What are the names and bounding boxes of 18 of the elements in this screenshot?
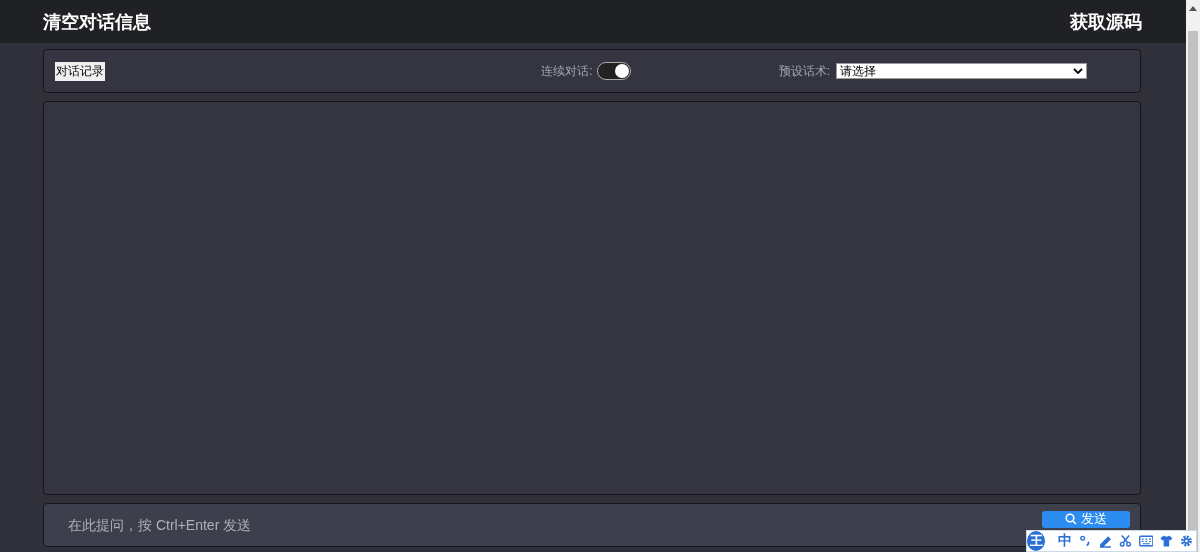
- scroll-up-icon[interactable]: [1189, 6, 1197, 11]
- ime-mode-button[interactable]: 中: [1058, 532, 1073, 550]
- settings-icon[interactable]: [1180, 534, 1193, 548]
- keyboard-icon[interactable]: [1138, 535, 1154, 547]
- ime-logo[interactable]: 王: [1027, 531, 1046, 551]
- scrollbar[interactable]: [1186, 0, 1200, 552]
- chevron-icon: [1073, 68, 1083, 74]
- source-code-link[interactable]: 获取源码: [1070, 9, 1142, 34]
- scissors-icon[interactable]: [1118, 534, 1132, 548]
- pen-icon[interactable]: [1099, 534, 1112, 548]
- continuous-label: 连续对话:: [541, 62, 593, 80]
- search-icon: [1065, 513, 1077, 525]
- preset-dropdown[interactable]: 请选择: [836, 63, 1087, 79]
- preset-label: 预设话术:: [778, 62, 830, 80]
- clear-chat-link[interactable]: 清空对话信息: [43, 9, 151, 34]
- toggle-switch[interactable]: [596, 62, 631, 80]
- shirt-icon[interactable]: [1160, 534, 1174, 548]
- history-button[interactable]: 对话记录: [55, 61, 105, 81]
